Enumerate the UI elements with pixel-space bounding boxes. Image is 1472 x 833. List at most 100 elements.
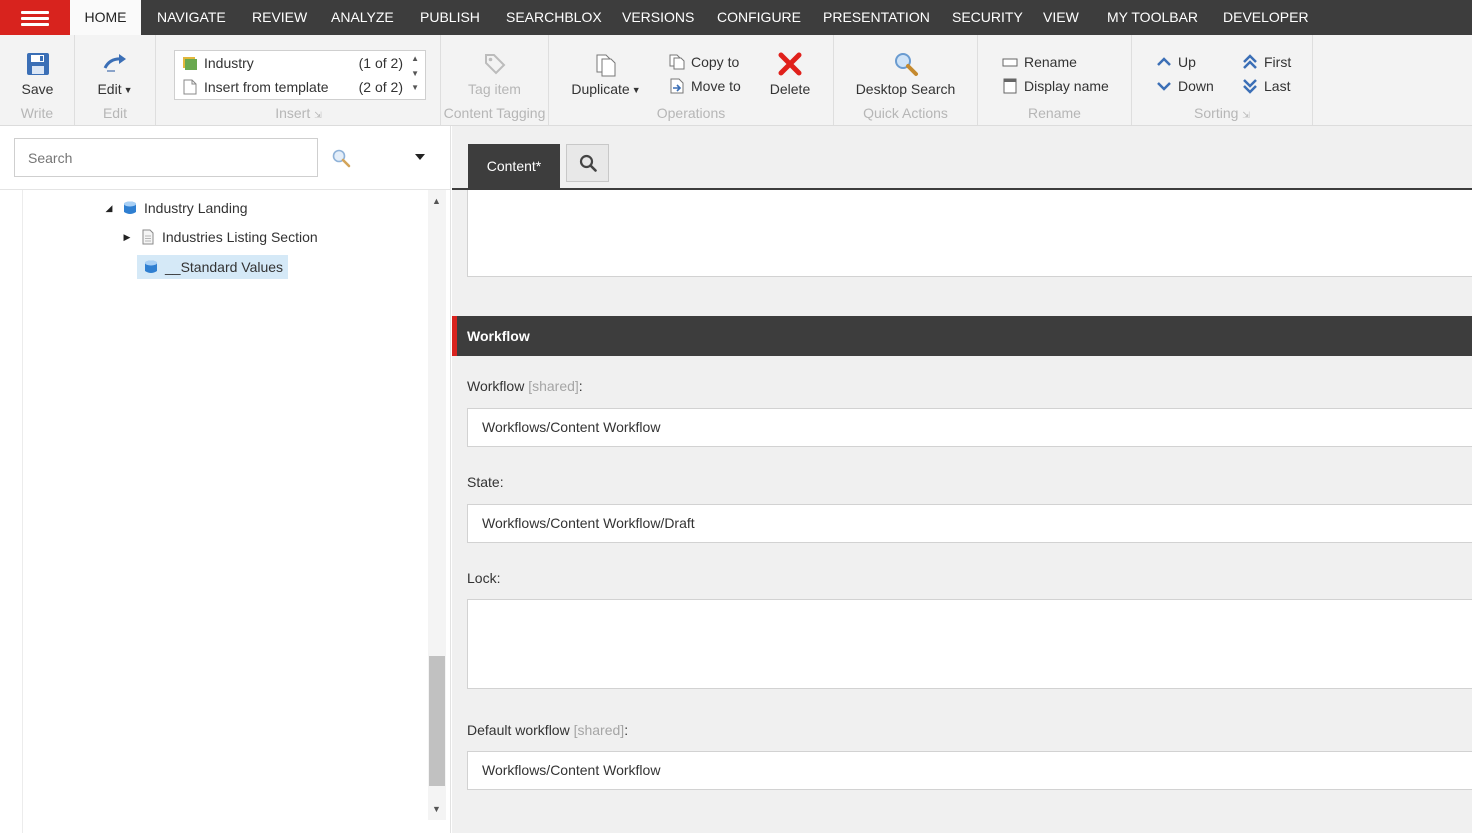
section-header-workflow[interactable]: Workflow [452, 316, 1472, 356]
content-editor: Content* Workflow Workflow [shared]: Wor… [452, 126, 1472, 833]
copy-to-button[interactable]: Copy to [669, 52, 739, 72]
tree-node-industry-landing[interactable]: ◢ Industry Landing [104, 196, 248, 220]
menu-icon [21, 11, 49, 14]
group-label-edit: Edit [102, 105, 128, 121]
edit-button[interactable]: Edit ▼ [75, 49, 155, 97]
tab-navigate[interactable]: NAVIGATE [157, 0, 226, 35]
group-label-operations: Operations [656, 105, 726, 121]
document-icon [183, 79, 197, 95]
field-label-state: State: [467, 474, 504, 490]
field-label-default-workflow: Default workflow [shared]: [467, 722, 629, 738]
collapse-arrow-icon[interactable]: ◢ [104, 203, 114, 214]
insert-options-list: Industry (1 of 2) Insert from template (… [174, 50, 426, 100]
sort-up-button[interactable]: Up [1156, 52, 1196, 72]
desktop-search-button[interactable]: Desktop Search [834, 49, 977, 97]
move-to-button[interactable]: Move to [669, 76, 741, 96]
scroll-down-icon[interactable]: ▼ [432, 804, 441, 814]
ribbon-group-operations: Duplicate ▼ Copy to Move to Delete Operat… [549, 35, 834, 125]
sort-down-button[interactable]: Down [1156, 76, 1214, 96]
ribbon-group-rename: Rename Display name Rename [978, 35, 1132, 125]
tab-review[interactable]: REVIEW [252, 0, 307, 35]
state-field[interactable]: Workflows/Content Workflow/Draft [467, 504, 1472, 543]
search-icon [894, 53, 918, 76]
rename-button[interactable]: Rename [1002, 52, 1077, 72]
group-label-content-tagging: Content Tagging [443, 105, 546, 121]
rename-icon [1002, 58, 1018, 67]
lock-field[interactable] [467, 599, 1472, 689]
display-name-button[interactable]: Display name [1002, 76, 1109, 96]
insert-option-from-template[interactable]: Insert from template (2 of 2) [175, 76, 407, 98]
hamburger-menu-button[interactable] [0, 0, 70, 35]
scroll-down-icon[interactable]: ▼ [411, 69, 419, 78]
field-label-workflow: Workflow [shared]: [467, 378, 583, 394]
chevron-down-icon [1157, 82, 1171, 91]
copy-icon [669, 54, 685, 70]
launcher-icon: ⇲ [1242, 110, 1250, 120]
chevron-down-icon: ▼ [631, 85, 641, 96]
tab-home[interactable]: HOME [70, 0, 141, 35]
insert-option-industry[interactable]: Industry (1 of 2) [175, 52, 407, 74]
tree-node-industries-listing-section[interactable]: ▶ Industries Listing Section [122, 225, 318, 249]
tab-searchblox[interactable]: SEARCHBLOX [506, 0, 602, 35]
search-icon[interactable] [331, 148, 351, 168]
scroll-up-icon[interactable]: ▲ [411, 54, 419, 63]
edit-icon [103, 54, 126, 72]
tab-presentation[interactable]: PRESENTATION [823, 0, 930, 35]
tab-configure[interactable]: CONFIGURE [717, 0, 801, 35]
previous-field-box[interactable] [467, 190, 1472, 277]
top-navigation-bar: HOME NAVIGATE REVIEW ANALYZE PUBLISH SEA… [0, 0, 1472, 35]
chevron-up-icon [1157, 57, 1171, 66]
launcher-icon: ⇲ [314, 110, 322, 120]
tab-my-toolbar[interactable]: MY TOOLBAR [1107, 0, 1198, 35]
tab-publish[interactable]: PUBLISH [420, 0, 480, 35]
scroll-up-icon[interactable]: ▲ [432, 196, 441, 206]
duplicate-icon [596, 54, 616, 77]
save-label: Save [21, 81, 54, 97]
ribbon-group-content-tagging: Tag item Content Tagging [441, 35, 549, 125]
group-label-rename: Rename [1028, 105, 1081, 121]
save-button[interactable]: Save [0, 49, 75, 97]
duplicate-button[interactable]: Duplicate ▼ [566, 49, 646, 97]
edit-label: Edit [97, 81, 122, 97]
save-icon [26, 53, 49, 75]
tree-search-input[interactable] [14, 138, 318, 177]
tag-item-button[interactable]: Tag item [441, 49, 548, 97]
display-name-icon [1003, 78, 1017, 94]
content-tree-panel: ◢ Industry Landing ▶ Industries Listing … [0, 126, 451, 833]
group-label-quick-actions: Quick Actions [863, 105, 948, 121]
tab-developer[interactable]: DEVELOPER [1223, 0, 1309, 35]
scrollbar-thumb[interactable] [429, 656, 445, 786]
tab-security[interactable]: SECURITY [952, 0, 1023, 35]
workflow-field[interactable]: Workflows/Content Workflow [467, 408, 1472, 447]
tab-versions[interactable]: VERSIONS [622, 0, 694, 35]
expand-arrow-icon[interactable]: ▶ [122, 232, 132, 243]
search-icon [579, 154, 597, 172]
double-chevron-down-icon [1243, 79, 1257, 94]
sort-last-button[interactable]: Last [1242, 76, 1290, 96]
tab-view[interactable]: VIEW [1043, 0, 1079, 35]
tab-search[interactable] [566, 144, 609, 182]
chevron-down-icon: ▼ [123, 85, 133, 96]
tab-content[interactable]: Content* [468, 144, 560, 189]
ribbon-group-quick-actions: Desktop Search Quick Actions [834, 35, 978, 125]
template-icon [183, 57, 197, 70]
expand-list-icon[interactable]: ▼ [411, 83, 419, 92]
section-title: Workflow [467, 328, 530, 344]
default-workflow-field[interactable]: Workflows/Content Workflow [467, 751, 1472, 790]
sort-first-button[interactable]: First [1242, 52, 1291, 72]
move-icon [670, 78, 684, 94]
document-icon [142, 229, 154, 245]
field-label-lock: Lock: [467, 570, 501, 586]
delete-icon [778, 52, 802, 76]
template-icon [145, 260, 157, 273]
tag-icon [484, 54, 505, 75]
tree-node-standard-values[interactable]: __Standard Values [137, 255, 289, 279]
group-label-write: Write [20, 105, 54, 121]
ribbon: Save Write Edit ▼ Edit Industry (1 of 2) … [0, 35, 1472, 126]
tree-scrollbar[interactable]: ▲ ▼ [428, 190, 446, 820]
tab-analyze[interactable]: ANALYZE [331, 0, 394, 35]
delete-button[interactable]: Delete [761, 49, 819, 97]
group-label-insert: Insert ⇲ [275, 105, 322, 121]
template-icon [124, 201, 136, 214]
chevron-down-icon[interactable] [414, 152, 426, 162]
